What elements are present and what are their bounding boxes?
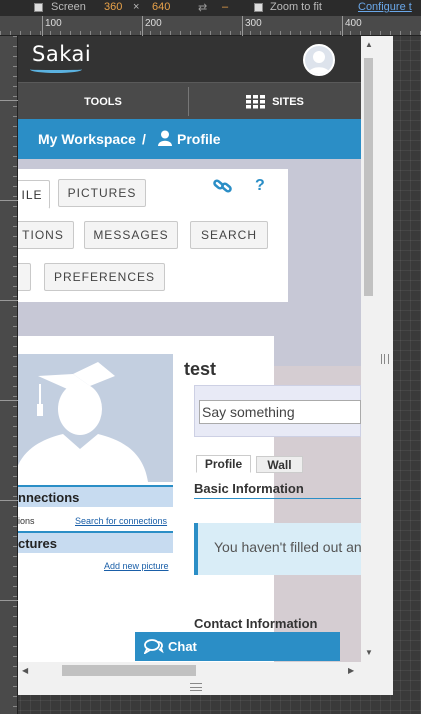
device-viewport: Sakai TOOLS SITES My Workspace / Profile… [18,36,376,679]
empty-profile-notice: You haven't filled out an [194,523,361,575]
tools-button[interactable]: TOOLS [18,83,188,120]
tab-search[interactable]: SEARCH [190,221,268,249]
basic-info-heading: Basic Information [194,481,304,496]
configure-link[interactable]: Configure t [358,1,412,13]
pictures-title: ctures [18,536,58,551]
add-picture-link[interactable]: Add new picture [104,561,169,571]
scroll-down-arrow-icon[interactable]: ▼ [365,648,373,657]
user-avatar[interactable] [303,44,335,76]
main-toolbar: TOOLS SITES [18,82,376,119]
profile-photo [18,354,173,482]
screen-height-input[interactable]: 640 [152,1,170,13]
breadcrumb: My Workspace / Profile [18,119,376,159]
status-input[interactable]: Say something [199,400,361,424]
ruler-tick: 200 [145,18,162,29]
tab-profile-view[interactable]: Profile [196,455,251,473]
breadcrumb-separator: / [142,131,146,147]
contact-info-heading: Contact Information [194,616,318,631]
breadcrumb-profile[interactable]: Profile [177,131,221,147]
tab-profile[interactable]: ILE [18,180,50,209]
link-icon[interactable] [213,176,233,201]
connections-header: nnections [18,485,173,507]
basic-info-divider [194,498,361,499]
ruler-tick: 300 [245,18,262,29]
chat-button[interactable]: Chat [135,632,340,661]
horizontal-scroll-thumb[interactable] [62,665,196,676]
tab-hidden[interactable] [18,263,31,291]
sites-label: SITES [272,95,304,108]
tab-wall[interactable]: Wall [256,456,303,473]
chat-bubble-icon [142,638,164,657]
resize-handle-horizontal-icon[interactable] [190,683,202,691]
breadcrumb-workspace[interactable]: My Workspace [38,131,136,147]
tools-label: TOOLS [84,95,122,108]
screen-label: Screen [51,1,86,13]
zoom-label: Zoom to fit [270,1,322,13]
tab-preferences[interactable]: PREFERENCES [44,263,165,291]
ruler-vertical [0,36,18,714]
device-toolbar: Screen 360 × 640 ⇄ – Zoom to fit Configu… [0,0,421,16]
connections-title: nnections [18,490,80,505]
screen-width-input[interactable]: 360 [104,1,122,13]
swap-dimensions-icon[interactable]: ⇄ [198,1,207,14]
ruler-horizontal: 100 200 300 400 [0,16,421,36]
tab-pictures[interactable]: PICTURES [58,179,146,207]
site-header: Sakai [18,36,376,82]
scroll-left-arrow-icon[interactable]: ◀ [22,666,28,675]
screen-checkbox[interactable] [34,3,43,12]
connections-subtext: ions [18,516,35,526]
help-icon[interactable]: ? [255,177,265,195]
zoom-checkbox[interactable] [254,3,263,12]
dpr-value[interactable]: – [222,1,228,13]
grid-icon [246,94,266,108]
device-resize-bottom[interactable] [18,679,393,695]
profile-person-icon [158,130,172,149]
ruler-tick: 400 [345,18,362,29]
search-connections-link[interactable]: Search for connections [75,516,167,526]
ruler-tick: 100 [45,18,62,29]
graduate-placeholder-icon [18,362,148,482]
user-silhouette-icon [308,51,330,74]
chat-label: Chat [168,639,197,654]
pictures-header: ctures [18,531,173,553]
resize-handle-vertical-icon[interactable] [381,354,389,364]
sakai-logo[interactable]: Sakai [32,42,91,66]
logo-swoosh [30,66,82,73]
sites-button[interactable]: SITES [189,83,361,120]
times-symbol: × [133,1,140,13]
scroll-right-arrow-icon[interactable]: ▶ [348,666,354,675]
vertical-scroll-thumb[interactable] [364,58,373,296]
tab-connections[interactable]: TIONS [18,221,74,249]
scroll-up-arrow-icon[interactable]: ▲ [365,40,373,49]
tab-messages[interactable]: MESSAGES [84,221,178,249]
profile-name: test [184,359,217,379]
